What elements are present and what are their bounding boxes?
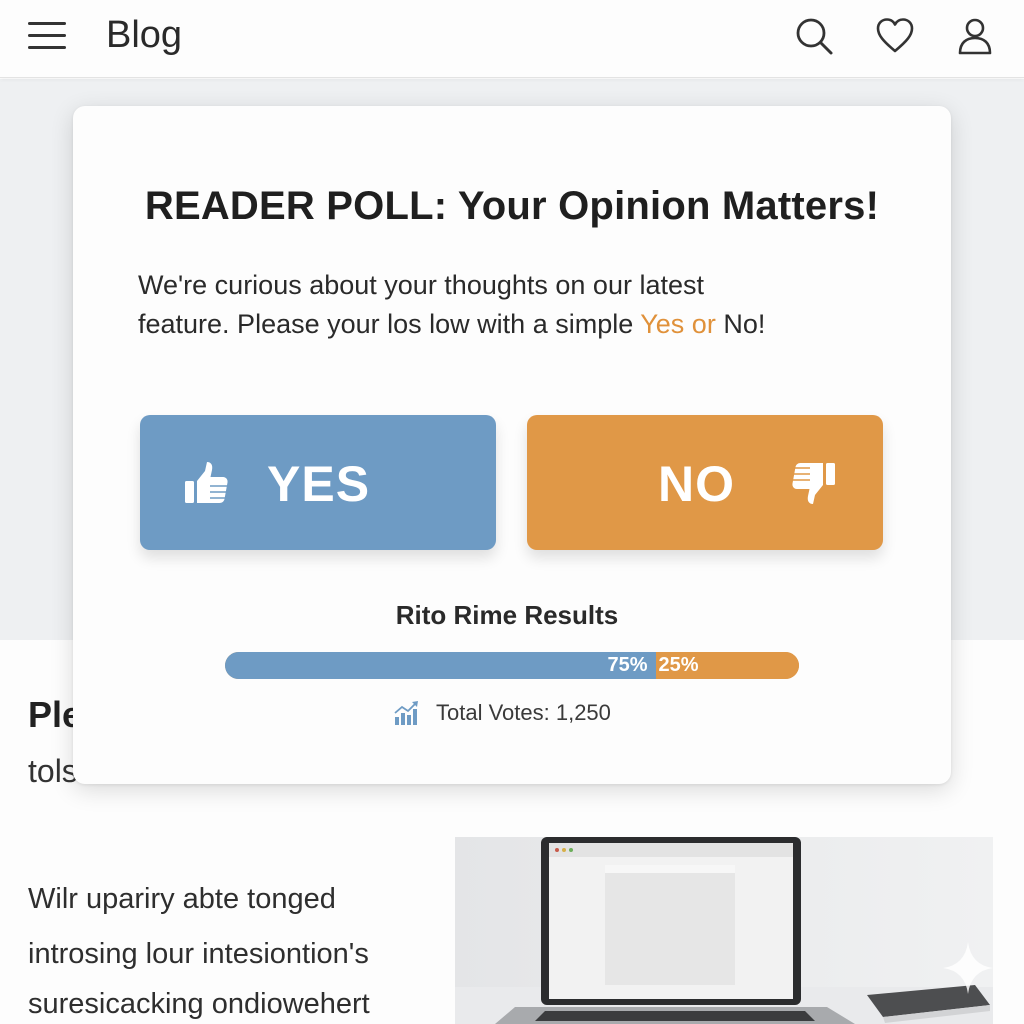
poll-description-or: or [684,309,716,339]
results-bar-no: 25% [655,652,799,679]
blog-page: Blog Ple tols Wilr upariry abte tonged i… [0,0,1024,1024]
poll-description: We're curious about your thoughts on our… [138,266,858,344]
site-title[interactable]: Blog [106,14,182,57]
total-votes-row: Total Votes: 1,250 [393,698,611,728]
poll-description-line-2: feature. Please your los low with a simp… [138,309,641,339]
no-button[interactable]: NO [527,415,883,550]
menu-icon[interactable] [28,20,68,52]
no-percent-label: 25% [658,654,699,676]
poll-description-yes: Yes [640,309,685,339]
poll-title: READER POLL: Your Opinion Matters! [144,184,880,228]
reader-poll-modal: READER POLL: Your Opinion Matters! We're… [73,106,951,784]
results-bar-yes: 75% [225,652,656,679]
results-title: Rito Rime Results [395,600,619,630]
poll-description-no: No! [715,309,766,339]
no-button-label: NO [658,456,735,512]
top-navigation-bar: Blog [0,0,1024,78]
total-votes: Total Votes: 1,250 [436,700,611,725]
heart-icon[interactable] [875,16,915,56]
article-paragraph-line: suresicacking ondiowehert [28,988,370,1020]
thumbs-up-icon [185,462,228,503]
poll-description-line-1: We're curious about your thoughts on our… [138,270,704,300]
yes-button[interactable]: YES [140,415,496,550]
user-icon[interactable] [955,16,995,56]
yes-button-label: YES [267,456,371,512]
chart-icon [394,701,418,725]
laptop-photo [455,837,993,1024]
thumbs-down-icon [792,463,835,504]
yes-percent-label: 75% [607,654,648,676]
results-progress-bar: 75% 25% [225,652,799,679]
article-paragraph-line: Wilr upariry abte tonged [28,883,336,915]
search-icon[interactable] [794,16,834,56]
article-subtitle: tols [28,753,78,789]
article-paragraph-line: introsing lour intesiontion's [28,938,369,970]
